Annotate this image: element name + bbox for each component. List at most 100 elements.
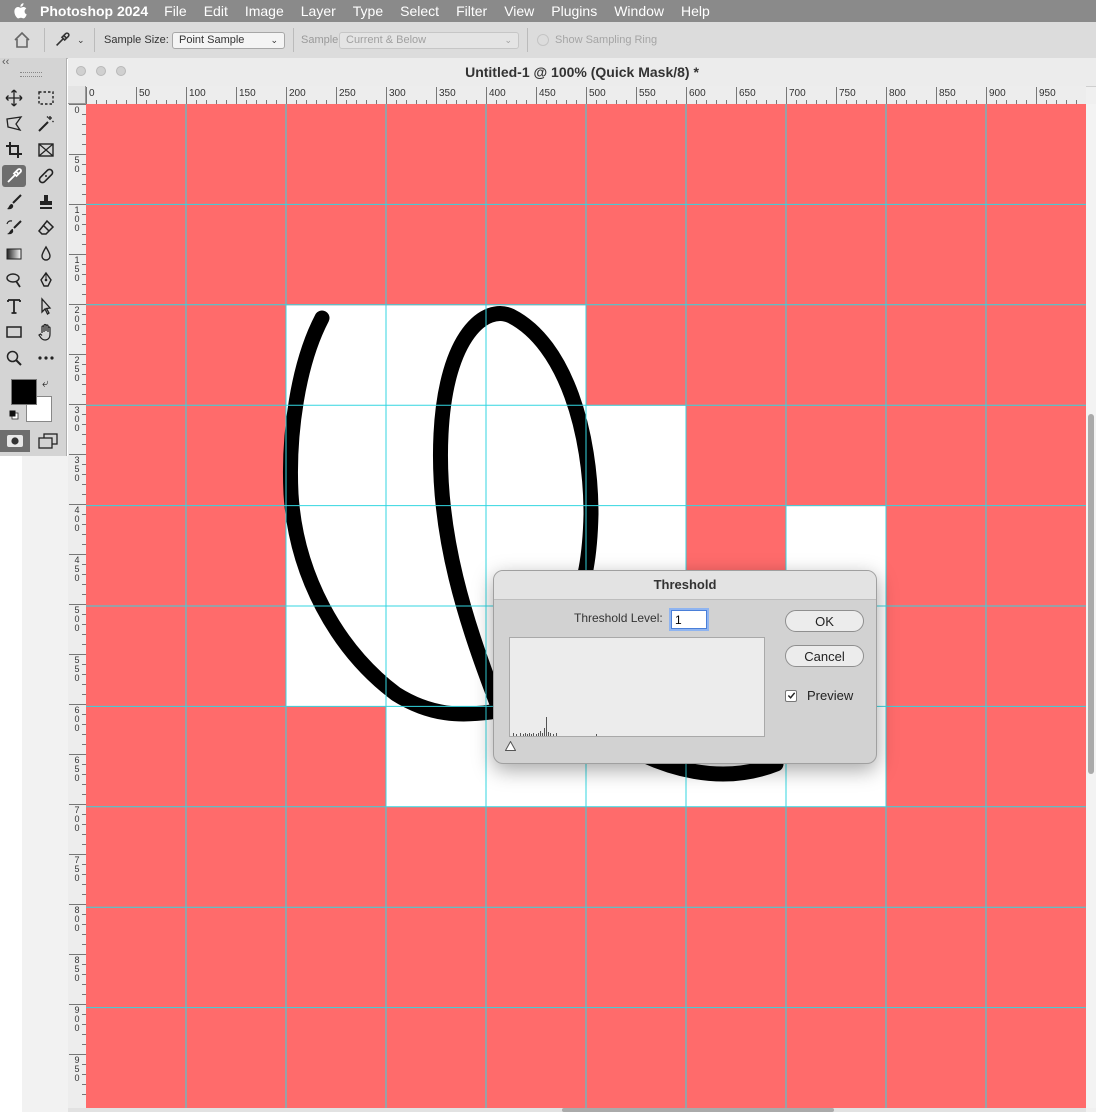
menu-edit[interactable]: Edit [204, 3, 228, 19]
h-ruler-label: 350 [439, 88, 456, 99]
home-button[interactable] [12, 22, 32, 58]
hand-tool[interactable] [34, 321, 58, 343]
vertical-ruler[interactable]: 0 50 100 150 200 250 300 350 400 450 500 550 600 650 7… [68, 104, 87, 1108]
app-name-menu[interactable]: Photoshop 2024 [40, 3, 148, 19]
zoom-tool[interactable] [2, 347, 26, 369]
tool-preset-picker[interactable]: ⌄ [53, 22, 85, 58]
masked-cell [386, 806, 487, 908]
tools-panel: ‹‹ ⤶ [0, 56, 67, 456]
move-tool[interactable] [2, 87, 26, 109]
menu-image[interactable]: Image [245, 3, 284, 19]
crop-icon [6, 142, 22, 158]
ruler-major-tick [386, 87, 387, 104]
checkmark-icon [787, 692, 795, 699]
screen-mode-button[interactable] [36, 430, 60, 452]
dodge-tool[interactable] [2, 269, 26, 291]
h-ruler-label: 500 [589, 88, 606, 99]
pen-tool[interactable] [34, 269, 58, 291]
rectangle-tool[interactable] [2, 321, 26, 343]
masked-cell [286, 706, 387, 808]
dialog-title[interactable]: Threshold [494, 571, 876, 600]
type-tool[interactable] [2, 295, 26, 317]
collapse-panel-icon[interactable]: ‹‹ [2, 56, 9, 68]
masked-cell [386, 204, 487, 306]
path-select-tool[interactable] [34, 295, 58, 317]
v-ruler-label: 200 [74, 305, 80, 333]
ruler-major-tick [236, 87, 237, 104]
polygonal-lasso-icon [6, 116, 23, 132]
menu-filter[interactable]: Filter [456, 3, 487, 19]
v-ruler-label: 250 [74, 355, 80, 383]
horizontal-scroll-thumb[interactable] [562, 1108, 834, 1112]
vertical-scroll-thumb[interactable] [1088, 414, 1094, 774]
rectangle-icon [6, 326, 22, 338]
lasso-tool[interactable] [2, 113, 26, 135]
more-tools-button[interactable] [34, 347, 58, 369]
v-ruler-label: 550 [74, 655, 80, 683]
preview-option[interactable]: Preview [785, 688, 853, 703]
home-icon [14, 31, 30, 48]
vertical-scrollbar[interactable] [1086, 104, 1096, 1108]
magic-wand-tool[interactable] [34, 113, 58, 135]
history-brush-tool[interactable] [2, 217, 26, 239]
eraser-tool[interactable] [34, 217, 58, 239]
stamp-tool[interactable] [34, 191, 58, 213]
apple-icon[interactable] [13, 2, 29, 20]
panel-grip[interactable] [20, 72, 42, 77]
sample-layers-select[interactable]: Current & Below ⌄ [339, 31, 519, 49]
masked-cell [486, 907, 587, 1009]
quick-mask-icon [7, 435, 23, 447]
options-bar: ⌄ Sample Size: Point Sample ⌄ Sample: Cu… [0, 22, 1096, 59]
sampling-ring-checkbox[interactable] [537, 34, 549, 46]
drop-icon [41, 245, 51, 261]
eraser-icon [37, 219, 55, 235]
ruler-origin[interactable] [68, 86, 86, 104]
v-ruler-label: 750 [74, 855, 80, 883]
blur-tool[interactable] [34, 243, 58, 265]
masked-cell [686, 806, 787, 908]
marquee-tool[interactable] [34, 87, 58, 109]
menu-plugins[interactable]: Plugins [551, 3, 597, 19]
v-ruler-label: 150 [74, 255, 80, 283]
masked-cell [586, 104, 687, 205]
masked-cell [286, 1007, 387, 1108]
eyedropper-tool[interactable] [2, 165, 26, 187]
document-titlebar[interactable]: Untitled-1 @ 100% (Quick Mask/8) * [68, 58, 1096, 87]
eyedropper-icon [56, 32, 70, 46]
menu-select[interactable]: Select [400, 3, 439, 19]
menu-type[interactable]: Type [353, 3, 383, 19]
cancel-button[interactable]: Cancel [785, 645, 864, 667]
healing-tool[interactable] [34, 165, 58, 187]
frame-tool[interactable] [34, 139, 58, 161]
menu-bar: Photoshop 2024 File Edit Image Layer Typ… [0, 0, 1096, 22]
masked-cell [886, 806, 987, 908]
crop-tool[interactable] [2, 139, 26, 161]
h-ruler-label: 250 [339, 88, 356, 99]
masked-cell [586, 806, 687, 908]
masked-cell [286, 104, 387, 205]
default-colors-icon[interactable] [9, 410, 19, 420]
h-ruler-label: 650 [739, 88, 756, 99]
swap-colors-icon[interactable]: ⤶ [42, 376, 49, 391]
menu-window[interactable]: Window [614, 3, 664, 19]
v-ruler-label: 100 [74, 205, 80, 233]
menu-file[interactable]: File [164, 3, 187, 19]
horizontal-ruler[interactable]: 0 50 100 150 200 250 300 350 400 450 500 550 600 650 7… [86, 86, 1086, 105]
gradient-tool[interactable] [2, 243, 26, 265]
quick-mask-button[interactable] [0, 430, 30, 452]
h-ruler-label: 200 [289, 88, 306, 99]
threshold-slider-handle[interactable] [505, 741, 516, 751]
masked-cell [986, 204, 1086, 306]
menu-view[interactable]: View [504, 3, 534, 19]
ellipsis-icon [38, 356, 54, 360]
brush-tool[interactable] [2, 191, 26, 213]
threshold-level-input[interactable] [669, 608, 709, 631]
foreground-color-swatch[interactable] [11, 379, 37, 405]
ok-button[interactable]: OK [785, 610, 864, 632]
masked-cell [586, 907, 687, 1009]
sample-size-select[interactable]: Point Sample ⌄ [172, 31, 285, 49]
menu-help[interactable]: Help [681, 3, 710, 19]
menu-layer[interactable]: Layer [301, 3, 336, 19]
masked-cell [86, 304, 187, 406]
preview-checkbox[interactable] [785, 689, 797, 702]
